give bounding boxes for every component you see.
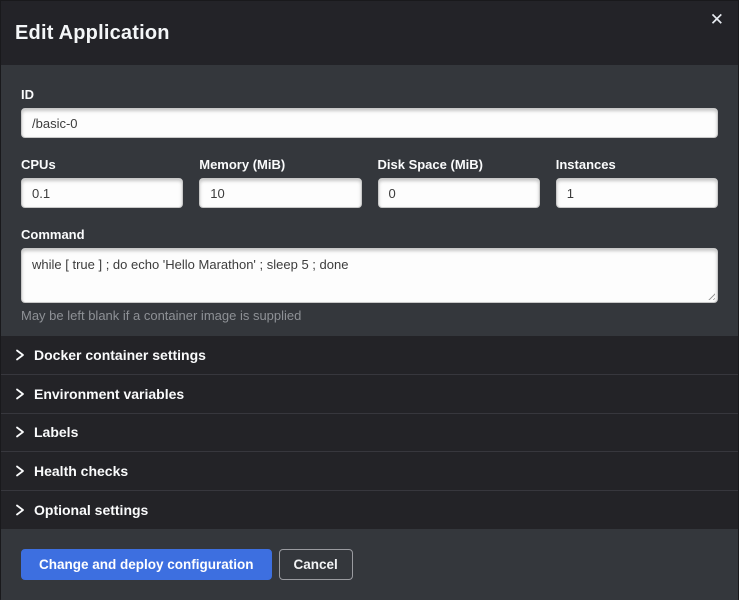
section-label: Health checks [34,463,128,479]
section-label: Optional settings [34,502,148,518]
section-label: Docker container settings [34,347,206,363]
section-environment-variables[interactable]: Environment variables [1,375,738,414]
cpus-label: CPUs [21,157,183,172]
modal-header: Edit Application ✕ [1,1,738,65]
chevron-right-icon [15,465,25,477]
edit-application-modal: Edit Application ✕ ID CPUs Memory (MiB) … [0,0,739,599]
disk-label: Disk Space (MiB) [378,157,540,172]
section-label: Labels [34,424,78,440]
id-field-group: ID [21,87,718,138]
memory-label: Memory (MiB) [199,157,361,172]
command-textarea-wrap: while [ true ] ; do echo 'Hello Marathon… [21,248,718,303]
page-title: Edit Application [15,22,170,45]
memory-input[interactable] [199,178,361,208]
command-label: Command [21,227,718,242]
change-and-deploy-button[interactable]: Change and deploy configuration [21,549,272,580]
section-docker-container-settings[interactable]: Docker container settings [1,336,738,375]
chevron-right-icon [15,388,25,400]
section-label: Environment variables [34,386,184,402]
instances-label: Instances [556,157,718,172]
resources-row: CPUs Memory (MiB) Disk Space (MiB) Insta… [21,157,718,208]
modal-footer: Change and deploy configuration Cancel [1,529,738,600]
collapsible-sections: Docker container settings Environment va… [1,336,738,529]
section-optional-settings[interactable]: Optional settings [1,491,738,529]
close-icon[interactable]: ✕ [710,11,724,28]
disk-field-group: Disk Space (MiB) [378,157,540,208]
cancel-button[interactable]: Cancel [279,549,353,580]
command-help-text: May be left blank if a container image i… [21,308,718,323]
form-body: ID CPUs Memory (MiB) Disk Space (MiB) In… [1,65,738,336]
chevron-right-icon [15,504,25,516]
section-health-checks[interactable]: Health checks [1,452,738,491]
chevron-right-icon [15,426,25,438]
disk-input[interactable] [378,178,540,208]
command-textarea[interactable]: while [ true ] ; do echo 'Hello Marathon… [21,248,718,303]
memory-field-group: Memory (MiB) [199,157,361,208]
cpus-field-group: CPUs [21,157,183,208]
instances-input[interactable] [556,178,718,208]
cpus-input[interactable] [21,178,183,208]
command-field-group: Command while [ true ] ; do echo 'Hello … [21,227,718,323]
chevron-right-icon [15,349,25,361]
id-label: ID [21,87,718,102]
section-labels[interactable]: Labels [1,414,738,453]
id-input[interactable] [21,108,718,138]
instances-field-group: Instances [556,157,718,208]
